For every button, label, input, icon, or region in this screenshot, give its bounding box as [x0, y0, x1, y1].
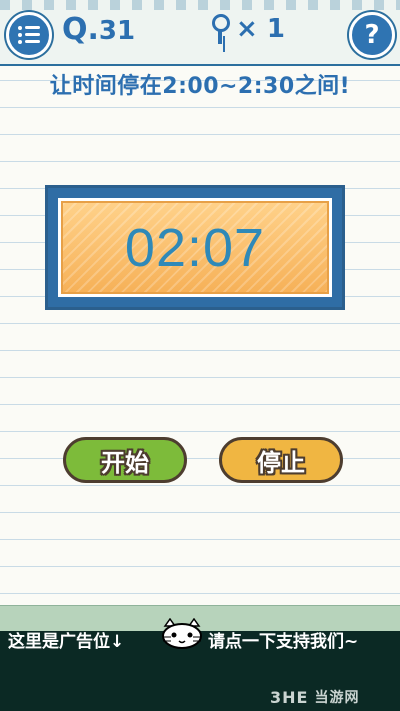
menu-icon — [18, 26, 40, 44]
key-count: × 1 — [236, 14, 285, 44]
ad-right-text: 请点一下支持我们~ — [208, 632, 359, 652]
watermark: 3HE 当游网 — [270, 687, 359, 707]
stop-button-label: 停止 — [257, 448, 305, 477]
level-prefix: Q. — [62, 12, 99, 47]
start-button[interactable]: 开始 — [63, 437, 187, 483]
timer-digits: 02:07 — [124, 217, 266, 278]
watermark-text: 当游网 — [314, 690, 360, 706]
ad-left-text: 这里是广告位↓ — [8, 632, 125, 652]
timer-face: 02:07 — [61, 201, 329, 294]
level-indicator: Q. 31 — [62, 12, 136, 47]
timer-inner: 02:07 — [58, 198, 332, 297]
instruction-text: 让时间停在2:00~2:30之间! — [49, 74, 351, 99]
menu-button[interactable] — [6, 12, 52, 58]
key-icon — [210, 14, 230, 44]
question-icon: ? — [364, 20, 380, 50]
help-button[interactable]: ? — [349, 12, 395, 58]
top-bar — [0, 0, 400, 66]
watermark-brand: 3HE — [270, 687, 309, 707]
key-counter: × 1 — [210, 14, 285, 44]
stop-button[interactable]: 停止 — [219, 437, 343, 483]
cat-mascot-icon — [162, 618, 202, 649]
level-number: 31 — [98, 16, 136, 46]
start-button-label: 开始 — [101, 448, 149, 477]
timer-display: 02:07 — [45, 185, 345, 310]
